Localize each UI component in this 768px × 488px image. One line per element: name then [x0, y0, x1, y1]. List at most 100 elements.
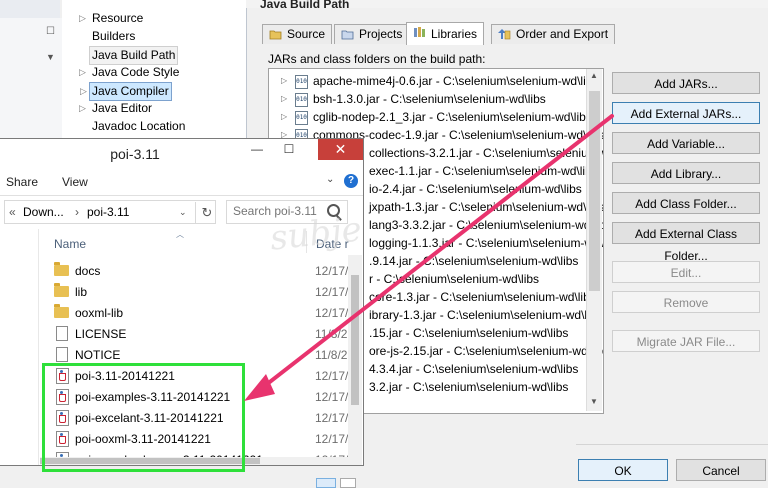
jars-list-label: JARs and class folders on the build path… [268, 52, 486, 66]
explorer-vertical-scrollbar[interactable] [348, 255, 362, 465]
file-row-notice[interactable]: NOTICE 11/8/2 [40, 345, 350, 366]
java-jar-icon [56, 368, 69, 384]
refresh-icon[interactable]: ↻ [195, 202, 218, 224]
add-library-button[interactable]: Add Library... [612, 162, 760, 184]
scroll-down-icon[interactable]: ▼ [590, 397, 598, 406]
tab-order-and-export[interactable]: Order and Export [491, 24, 616, 44]
libraries-icon [414, 27, 425, 37]
tree-item-resource[interactable]: ▷ Resource [79, 10, 143, 27]
search-input[interactable] [227, 201, 325, 221]
tree-item-java-compiler[interactable]: ▷ Java Compiler [80, 82, 172, 101]
tree-item-builders[interactable]: Builders [92, 28, 135, 45]
breadcrumb-separator[interactable]: › [75, 201, 79, 223]
column-divider[interactable] [306, 231, 307, 253]
expand-arrow-icon[interactable]: ▷ [281, 108, 287, 126]
migrate-jar-file-button[interactable]: Migrate JAR File... [612, 330, 760, 352]
scrollbar-thumb[interactable] [351, 275, 359, 405]
file-row-lib[interactable]: lib 12/17/ [40, 282, 350, 303]
jar-label: 4.3.4.jar - C:\selenium\selenium-wd\libs [369, 362, 579, 376]
search-box[interactable] [226, 200, 348, 224]
file-name: poi-excelant-3.11-20141221 [75, 411, 224, 425]
help-icon[interactable]: ? [344, 174, 358, 188]
tab-projects[interactable]: Projects [334, 24, 410, 44]
explorer-title: poi-3.11 [110, 146, 160, 162]
ok-button[interactable]: OK [578, 459, 668, 481]
chevron-down-icon[interactable]: ⌄ [326, 174, 334, 185]
jar-label: 3.2.jar - C:\selenium\selenium-wd\libs [369, 380, 569, 394]
details-view-icon[interactable] [316, 478, 336, 488]
file-explorer-window: poi-3.11 — ☐ ✕ Share View ⌄ ? « Down... … [0, 138, 364, 466]
add-class-folder-button[interactable]: Add Class Folder... [612, 192, 760, 214]
file-row-docs[interactable]: docs 12/17/ [40, 261, 350, 282]
remove-button[interactable]: Remove [612, 291, 760, 313]
search-icon[interactable] [327, 204, 340, 217]
breadcrumb-downloads[interactable]: Down... [23, 201, 64, 223]
explorer-horizontal-scrollbar[interactable] [40, 457, 348, 465]
scrollbar-thumb[interactable] [589, 91, 600, 291]
file-row-license[interactable]: LICENSE 11/8/2 [40, 324, 350, 345]
ribbon-tab-view[interactable]: View [62, 175, 88, 189]
tree-item-label: Java Code Style [92, 65, 180, 79]
add-external-jars-button[interactable]: Add External JARs... [612, 102, 760, 124]
add-external-class-folder-button[interactable]: Add External Class Folder... [612, 222, 760, 263]
chevron-down-icon[interactable]: ▼ [46, 52, 55, 62]
file-name: poi-examples-3.11-20141221 [75, 390, 231, 404]
edit-button[interactable]: Edit... [612, 261, 760, 283]
close-button[interactable]: ✕ [318, 139, 363, 160]
jar-list-scrollbar[interactable]: ▲ ▼ [586, 69, 602, 411]
expand-arrow-icon[interactable]: ▷ [79, 100, 86, 117]
file-date: 12/17/ [315, 264, 349, 278]
tree-item-javadoc-location[interactable]: Javadoc Location [92, 118, 185, 135]
breadcrumb-overflow[interactable]: « [9, 201, 16, 223]
chevron-down-icon[interactable]: ⌄ [179, 201, 187, 223]
tab-libraries[interactable]: Libraries [406, 22, 485, 45]
jar-label: .9.14.jar - C:\selenium\selenium-wd\libs [369, 254, 579, 268]
column-header-name[interactable]: Name [54, 237, 86, 251]
java-jar-icon [56, 431, 69, 447]
jar-label: r - C:\selenium\selenium-wd\libs [369, 272, 540, 286]
file-date: 12/17/ [315, 390, 349, 404]
file-row-poi-examples-jar[interactable]: poi-examples-3.11-20141221 12/17/ [40, 387, 350, 408]
add-variable-button[interactable]: Add Variable... [612, 132, 760, 154]
scroll-up-icon[interactable]: ▲ [590, 71, 598, 80]
add-jars-button[interactable]: Add JARs... [612, 72, 760, 94]
minimize-button[interactable]: — [242, 139, 272, 160]
cancel-button[interactable]: Cancel [676, 459, 766, 481]
tab-label: Order and Export [516, 27, 609, 41]
folder-icon [54, 304, 69, 318]
maximize-icon[interactable]: ☐ [46, 26, 55, 37]
file-row-poi-excelant-jar[interactable]: poi-excelant-3.11-20141221 12/17/ [40, 408, 350, 429]
file-row-ooxml-lib[interactable]: ooxml-lib 12/17/ [40, 303, 350, 324]
scrollbar-thumb[interactable] [40, 458, 260, 464]
tree-item-java-code-style[interactable]: ▷ Java Code Style [79, 64, 180, 81]
address-bar[interactable]: « Down... › poi-3.11 ⌄ ↻ [4, 200, 216, 224]
file-row-poi-jar[interactable]: poi-3.11-20141221 12/17/ [40, 366, 350, 387]
tree-item-java-editor[interactable]: ▷ Java Editor [79, 100, 153, 117]
expand-arrow-icon[interactable]: ▷ [79, 10, 86, 27]
explorer-title-bar[interactable]: poi-3.11 — ☐ ✕ [0, 139, 363, 169]
tree-item-label: Java Editor [92, 101, 153, 115]
ribbon-tab-share[interactable]: Share [6, 175, 38, 189]
expand-arrow-icon[interactable]: ▷ [281, 90, 287, 108]
expand-arrow-icon[interactable]: ▷ [79, 64, 86, 81]
tab-source[interactable]: Source [262, 24, 333, 44]
file-name: docs [75, 264, 101, 278]
maximize-button[interactable]: ☐ [274, 139, 304, 160]
tab-label: Projects [359, 27, 403, 41]
order-export-icon [498, 29, 511, 40]
tree-item-java-build-path[interactable]: Java Build Path [89, 46, 179, 65]
file-name: ooxml-lib [75, 306, 124, 320]
navigation-pane[interactable] [0, 229, 39, 465]
breadcrumb-current-folder[interactable]: poi-3.11 [87, 201, 129, 223]
expand-arrow-icon[interactable]: ▷ [80, 83, 87, 100]
document-icon [56, 326, 68, 341]
column-header-date[interactable]: Date r [316, 237, 349, 251]
build-path-tabs: Source Projects Libraries Order and Expo… [246, 22, 768, 45]
expand-arrow-icon[interactable]: ▷ [281, 72, 287, 90]
large-icons-view-icon[interactable] [340, 478, 356, 488]
jar-icon: 010 [295, 93, 308, 107]
file-row-poi-ooxml-jar[interactable]: poi-ooxml-3.11-20141221 12/17/ [40, 429, 350, 450]
folder-icon [54, 262, 69, 276]
file-date: 11/8/2 [315, 327, 348, 341]
jar-label: exec-1.1.jar - C:\selenium\selenium-wd\l… [369, 164, 598, 178]
